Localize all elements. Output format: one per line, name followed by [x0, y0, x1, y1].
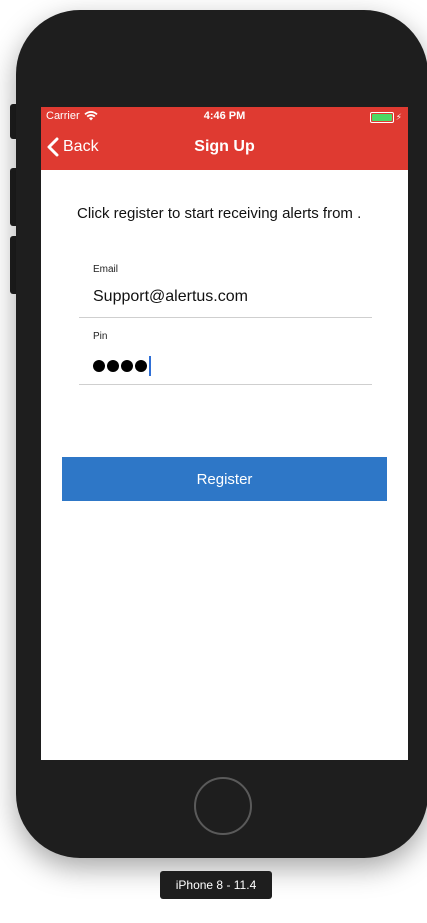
battery-fill — [371, 114, 392, 121]
pin-mask-dot — [93, 360, 105, 372]
pin-mask-dot — [107, 360, 119, 372]
register-button[interactable]: Register — [62, 457, 387, 501]
email-input[interactable] — [93, 288, 353, 306]
pin-label: Pin — [93, 331, 108, 342]
simulator-stage: Carrier 4:46 PM ⚡ Back Sign Up Click reg… — [0, 0, 427, 923]
phone-screen: Carrier 4:46 PM ⚡ Back Sign Up Click reg… — [41, 107, 408, 760]
pin-mask-dot — [135, 360, 147, 372]
text-caret — [149, 356, 151, 376]
email-label: Email — [93, 264, 119, 275]
battery-body — [369, 112, 394, 123]
navigation-bar: Back Sign Up — [41, 127, 408, 170]
pin-input[interactable] — [93, 355, 151, 377]
status-bar: Carrier 4:46 PM ⚡ — [41, 107, 408, 127]
device-label: iPhone 8 - 11.4 — [160, 871, 272, 899]
intro-text: Click register to start receiving alerts… — [77, 205, 362, 222]
home-button[interactable] — [194, 777, 252, 835]
battery-charging-icon: ⚡ — [369, 112, 402, 123]
pin-mask-dot — [121, 360, 133, 372]
pin-field: Pin — [79, 329, 372, 385]
charging-bolt-icon: ⚡ — [395, 112, 402, 122]
page-title: Sign Up — [194, 138, 255, 155]
email-field: Email — [79, 262, 372, 318]
status-time: 4:46 PM — [203, 110, 246, 122]
